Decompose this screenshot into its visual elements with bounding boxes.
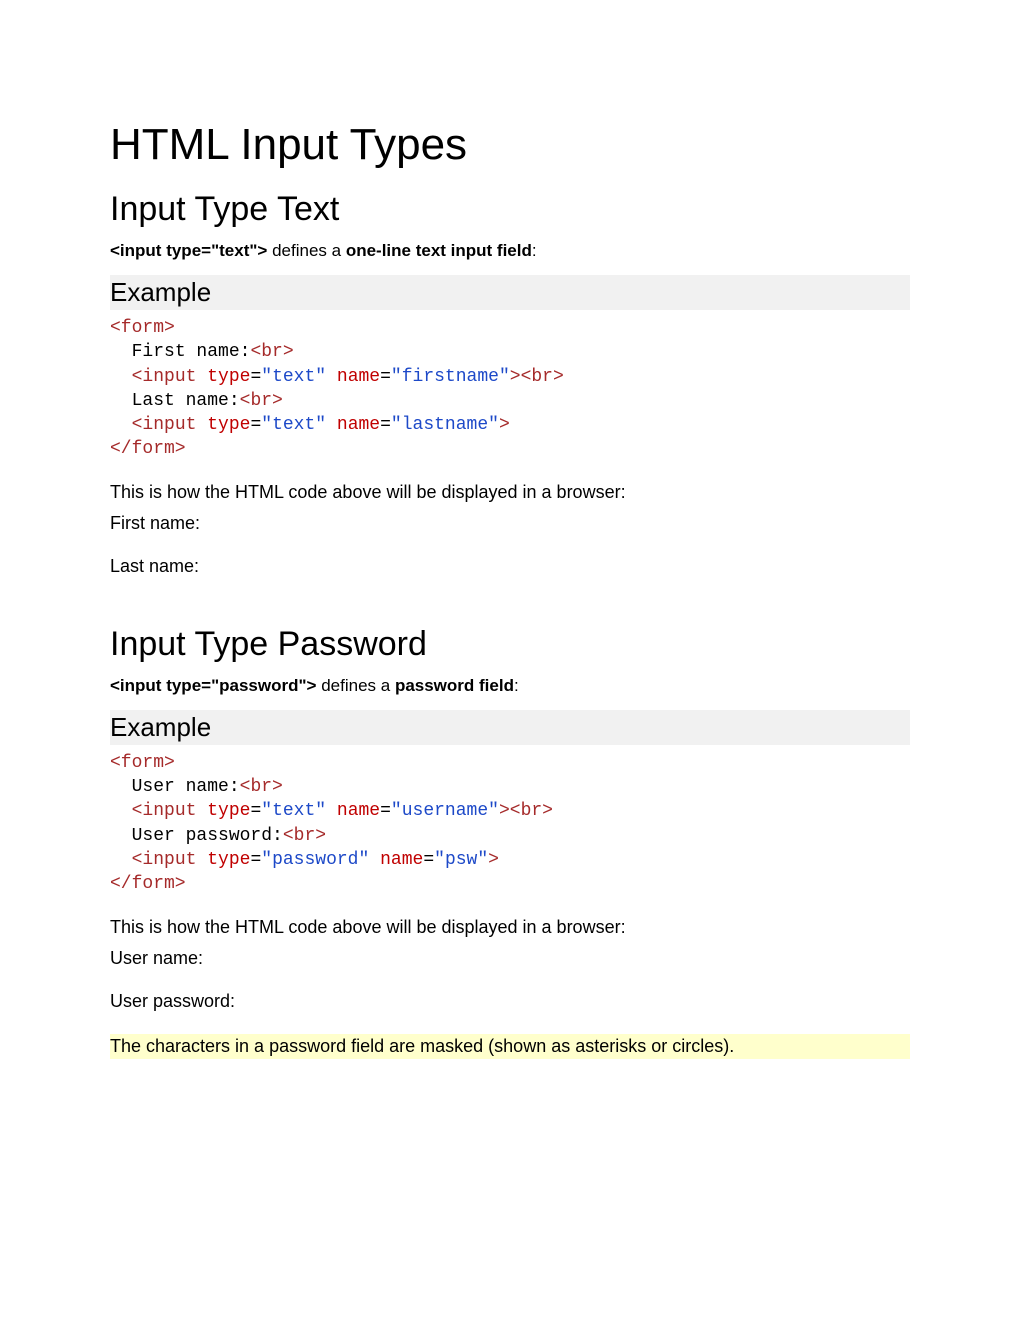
demo-field-label: First name: bbox=[110, 513, 910, 534]
code-block: <form> First name:<br> <input type="text… bbox=[110, 316, 910, 462]
code-token: type bbox=[207, 415, 250, 435]
code-token: "psw" bbox=[434, 850, 488, 870]
render-intro: This is how the HTML code above will be … bbox=[110, 482, 910, 503]
code-token: type bbox=[207, 367, 250, 387]
page-title: HTML Input Types bbox=[110, 120, 910, 170]
code-token: <br> bbox=[283, 826, 326, 846]
code-token bbox=[196, 367, 207, 387]
code-token: = bbox=[380, 415, 391, 435]
code-token: = bbox=[380, 801, 391, 821]
code-token: = bbox=[380, 367, 391, 387]
code-token bbox=[196, 415, 207, 435]
code-token: First name: bbox=[132, 342, 251, 362]
code-token: </form> bbox=[110, 874, 186, 894]
code-token: "firstname" bbox=[391, 367, 510, 387]
definition-bold: password field bbox=[395, 676, 514, 695]
example-heading: Example bbox=[110, 710, 910, 745]
definition-post: : bbox=[532, 241, 537, 260]
definition-mid: defines a bbox=[316, 676, 394, 695]
code-token: type bbox=[207, 850, 250, 870]
code-token: <br> bbox=[240, 391, 283, 411]
definition-line: <input type="text"> defines a one-line t… bbox=[110, 241, 910, 261]
code-token bbox=[326, 367, 337, 387]
code-token: = bbox=[250, 415, 261, 435]
render-intro: This is how the HTML code above will be … bbox=[110, 917, 910, 938]
code-token: </form> bbox=[110, 439, 186, 459]
code-token: <br> bbox=[521, 367, 564, 387]
code-token: = bbox=[250, 367, 261, 387]
code-token: type bbox=[207, 801, 250, 821]
inline-code: <input type="password"> bbox=[110, 676, 316, 695]
code-block: <form> User name:<br> <input type="text"… bbox=[110, 751, 910, 897]
code-token: "text" bbox=[261, 801, 326, 821]
code-token bbox=[196, 801, 207, 821]
code-token: <input bbox=[132, 415, 197, 435]
code-token: Last name: bbox=[132, 391, 240, 411]
code-token: "password" bbox=[261, 850, 369, 870]
code-token bbox=[326, 801, 337, 821]
code-token: "lastname" bbox=[391, 415, 499, 435]
code-token: = bbox=[423, 850, 434, 870]
section-heading-text: Input Type Text bbox=[110, 190, 910, 229]
code-token: > bbox=[499, 415, 510, 435]
code-token: <br> bbox=[250, 342, 293, 362]
code-token: "text" bbox=[261, 367, 326, 387]
code-token: name bbox=[380, 850, 423, 870]
code-token: <form> bbox=[110, 753, 175, 773]
definition-line: <input type="password"> defines a passwo… bbox=[110, 676, 910, 696]
code-token: "text" bbox=[261, 415, 326, 435]
example-heading: Example bbox=[110, 275, 910, 310]
note-highlight: The characters in a password field are m… bbox=[110, 1034, 910, 1059]
definition-bold: one-line text input field bbox=[346, 241, 532, 260]
code-token: > bbox=[488, 850, 499, 870]
section-heading-password: Input Type Password bbox=[110, 625, 910, 664]
code-token: <form> bbox=[110, 318, 175, 338]
demo-field-label: User password: bbox=[110, 991, 910, 1012]
code-token: User password: bbox=[132, 826, 283, 846]
demo-field-label: Last name: bbox=[110, 556, 910, 577]
code-token: name bbox=[337, 801, 380, 821]
code-token bbox=[326, 415, 337, 435]
code-token bbox=[196, 850, 207, 870]
code-token: > bbox=[510, 367, 521, 387]
code-token bbox=[369, 850, 380, 870]
definition-post: : bbox=[514, 676, 519, 695]
code-token: = bbox=[250, 801, 261, 821]
code-token: <input bbox=[132, 367, 197, 387]
code-token: <br> bbox=[510, 801, 553, 821]
inline-code: <input type="text"> bbox=[110, 241, 267, 260]
code-token: "username" bbox=[391, 801, 499, 821]
code-token: name bbox=[337, 367, 380, 387]
code-token: User name: bbox=[132, 777, 240, 797]
code-token: <input bbox=[132, 801, 197, 821]
code-token: <input bbox=[132, 850, 197, 870]
definition-mid: defines a bbox=[267, 241, 345, 260]
code-token: > bbox=[499, 801, 510, 821]
demo-field-label: User name: bbox=[110, 948, 910, 969]
code-token: = bbox=[250, 850, 261, 870]
code-token: name bbox=[337, 415, 380, 435]
code-token: <br> bbox=[240, 777, 283, 797]
